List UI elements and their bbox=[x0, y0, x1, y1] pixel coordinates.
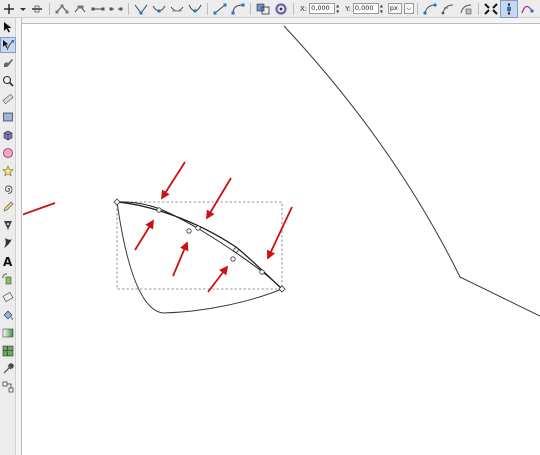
rectangle-tool-icon[interactable] bbox=[1, 110, 15, 124]
x-coordinate-spinner[interactable]: ▲ ▼ bbox=[336, 3, 342, 14]
path-node[interactable] bbox=[230, 256, 236, 262]
annotation-arrow bbox=[266, 206, 293, 260]
star-tool-icon[interactable] bbox=[1, 164, 15, 178]
dropper-tool-icon[interactable] bbox=[1, 362, 15, 376]
node-smooth-icon[interactable] bbox=[151, 1, 167, 17]
zoom-tool-icon[interactable] bbox=[1, 74, 15, 88]
unit-dropdown-icon[interactable]: ⌵ bbox=[403, 3, 414, 14]
segment-line-icon[interactable] bbox=[212, 1, 228, 17]
node-auto-smooth-icon[interactable] bbox=[187, 1, 203, 17]
object-to-path-icon[interactable] bbox=[255, 1, 271, 17]
delete-node-icon[interactable] bbox=[29, 1, 45, 17]
annotation-arrow bbox=[161, 161, 186, 200]
eraser-tool-icon[interactable] bbox=[1, 290, 15, 304]
y-coordinate-input[interactable]: 0,000 bbox=[352, 3, 379, 14]
join-segment-icon[interactable] bbox=[90, 1, 106, 17]
paint-bucket-tool-icon[interactable] bbox=[1, 308, 15, 322]
mesh-tool-icon[interactable] bbox=[1, 344, 15, 358]
annotation-arrow bbox=[207, 265, 229, 293]
separator bbox=[207, 2, 208, 15]
edited-segment-outer[interactable] bbox=[116, 201, 283, 290]
node-symmetric-icon[interactable] bbox=[169, 1, 185, 17]
path-node[interactable] bbox=[259, 269, 265, 275]
segment-curve-icon[interactable] bbox=[230, 1, 246, 17]
edited-segment-inner[interactable] bbox=[116, 201, 283, 290]
background-path[interactable] bbox=[283, 25, 540, 317]
3d-box-tool-icon[interactable] bbox=[1, 128, 15, 142]
annotation-arrow bbox=[134, 219, 154, 251]
path-node[interactable] bbox=[113, 198, 121, 206]
selection-bounding-box bbox=[116, 201, 283, 290]
path-node[interactable] bbox=[233, 247, 239, 253]
edit-clip-icon[interactable] bbox=[440, 1, 456, 17]
separator bbox=[49, 2, 50, 15]
annotation-arrow bbox=[172, 241, 189, 277]
insert-node-icon[interactable] bbox=[1, 1, 17, 17]
node-tool-icon[interactable] bbox=[0, 37, 16, 53]
gradient-tool-icon[interactable] bbox=[1, 326, 15, 340]
tool-controls-bar: X: 0,000 ▲ ▼ Y: 0,000 ▲ ▼ px ⌵ bbox=[0, 0, 540, 18]
pen-tool-icon[interactable] bbox=[1, 218, 15, 232]
toolbox: A bbox=[0, 18, 16, 455]
node-menu-chevron-icon[interactable] bbox=[19, 1, 27, 17]
svg-text:A: A bbox=[3, 255, 13, 267]
spiral-tool-icon[interactable] bbox=[1, 182, 15, 196]
pencil-tool-icon[interactable] bbox=[1, 200, 15, 214]
stroke-to-path-icon[interactable] bbox=[273, 1, 289, 17]
delete-segment-icon[interactable] bbox=[108, 1, 124, 17]
y-coordinate-label: Y: bbox=[345, 4, 351, 13]
annotation-arrow bbox=[206, 177, 232, 220]
measure-tool-icon[interactable] bbox=[1, 92, 15, 106]
selector-tool-icon[interactable] bbox=[1, 20, 15, 34]
x-coordinate-label: X: bbox=[300, 4, 308, 13]
x-coordinate-input[interactable]: 0,000 bbox=[309, 3, 336, 14]
unit-select[interactable]: px bbox=[387, 3, 402, 14]
spray-tool-icon[interactable] bbox=[1, 272, 15, 286]
annotation-arrow bbox=[23, 202, 56, 216]
node-cusp-icon[interactable] bbox=[133, 1, 149, 17]
connector-tool-icon[interactable] bbox=[1, 380, 15, 394]
separator bbox=[416, 2, 418, 15]
tweak-tool-icon[interactable] bbox=[1, 56, 15, 70]
ellipse-tool-icon[interactable] bbox=[1, 146, 15, 160]
path-effect-icon[interactable] bbox=[422, 1, 438, 17]
show-path-outline-icon[interactable] bbox=[519, 1, 535, 17]
path-node[interactable] bbox=[195, 225, 201, 231]
separator bbox=[128, 2, 129, 15]
calligraphy-tool-icon[interactable] bbox=[1, 236, 15, 250]
break-path-icon[interactable] bbox=[72, 1, 88, 17]
show-transform-handles-icon[interactable] bbox=[483, 1, 499, 17]
separator bbox=[250, 2, 251, 15]
text-tool-icon[interactable]: A bbox=[1, 254, 15, 268]
separator bbox=[293, 2, 294, 15]
y-coordinate-spinner[interactable]: ▲ ▼ bbox=[380, 3, 386, 14]
path-node[interactable] bbox=[156, 207, 162, 213]
shape-lower-curve[interactable] bbox=[116, 201, 283, 314]
show-handles-icon[interactable] bbox=[499, 0, 518, 18]
drawing-canvas[interactable] bbox=[23, 24, 540, 455]
join-nodes-icon[interactable] bbox=[54, 1, 70, 17]
path-node[interactable] bbox=[186, 228, 192, 234]
vertical-ruler bbox=[16, 18, 22, 455]
edit-mask-icon[interactable] bbox=[458, 1, 474, 17]
separator bbox=[477, 2, 479, 15]
